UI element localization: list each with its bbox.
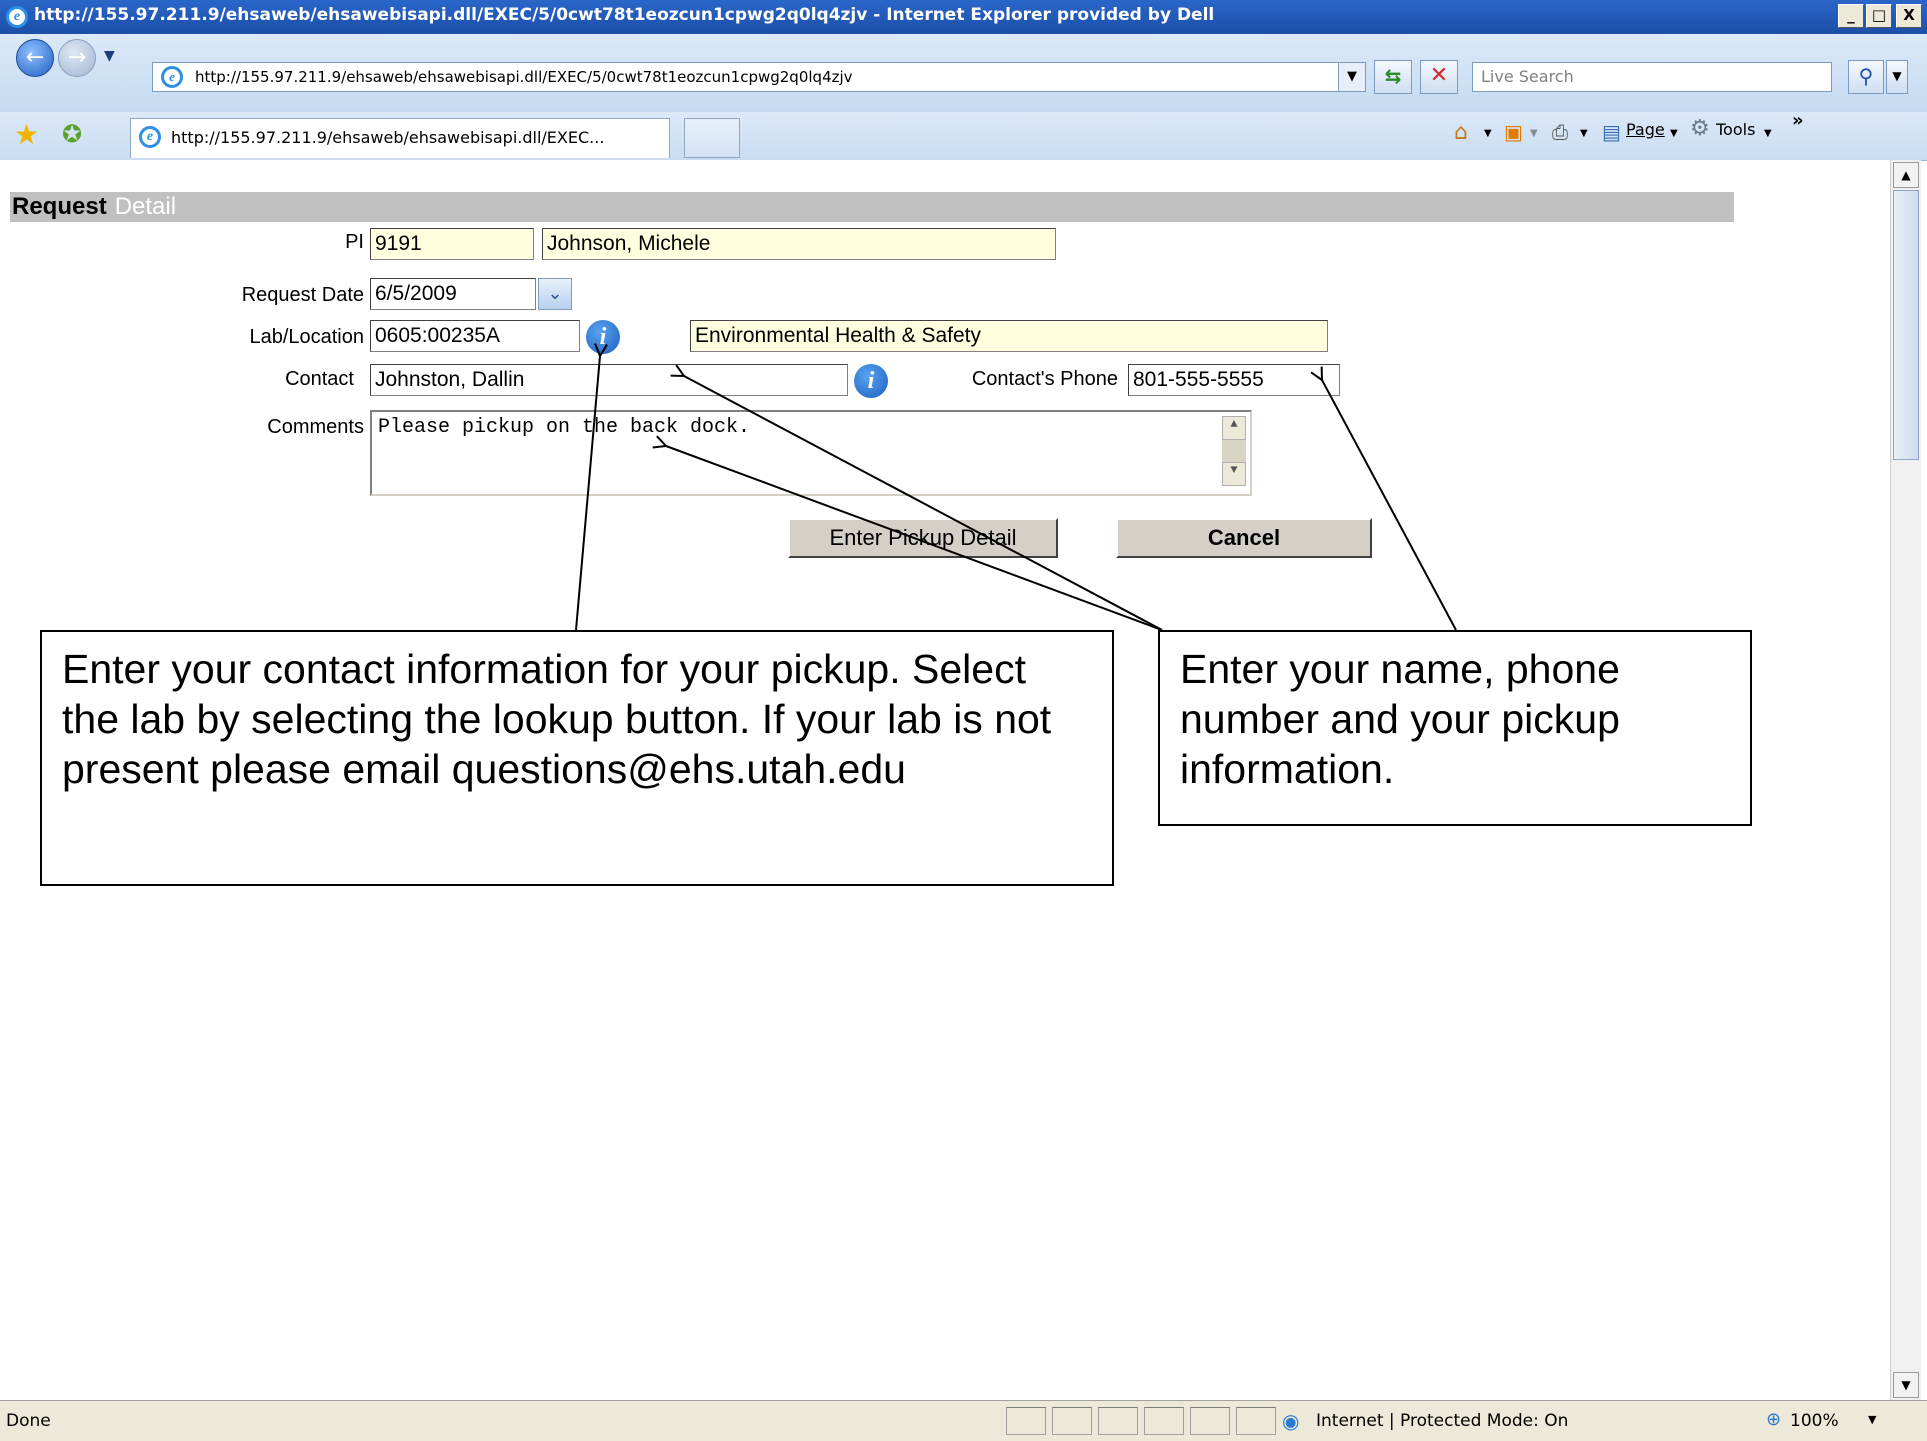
arrow-to-lab-lookup	[575, 356, 600, 631]
arrow-to-phone	[1322, 380, 1457, 631]
security-zone[interactable]: Internet | Protected Mode: On	[1316, 1411, 1568, 1431]
toolbar-overflow-icon[interactable]: »	[1792, 110, 1804, 131]
status-segment	[1006, 1407, 1046, 1435]
arrow-to-comments	[666, 446, 1163, 631]
zoom-icon: ⊕	[1766, 1409, 1782, 1430]
scroll-down-icon[interactable]: ▼	[1893, 1372, 1919, 1398]
search-input[interactable]: Live Search	[1472, 62, 1832, 92]
address-dropdown-icon[interactable]: ▼	[1338, 62, 1366, 92]
page-scrollbar[interactable]: ▲ ▼	[1890, 160, 1921, 1400]
address-text: http://155.97.211.9/ehsaweb/ehsawebisapi…	[195, 68, 853, 86]
tab-current[interactable]: e http://155.97.211.9/ehsaweb/ehsawebisa…	[130, 118, 670, 158]
window-title: http://155.97.211.9/ehsaweb/ehsawebisapi…	[34, 5, 1215, 25]
home-icon[interactable]: ⌂	[1454, 120, 1468, 145]
ie-icon: e	[6, 6, 28, 28]
stop-icon[interactable]: ✕	[1420, 60, 1458, 94]
print-icon[interactable]: ⎙	[1552, 120, 1568, 144]
home-dropdown-icon[interactable]: ▼	[1484, 128, 1492, 139]
page-content: Request Detail PI 9191 Johnson, Michele R…	[0, 160, 1890, 1400]
callout-arrows	[575, 160, 1457, 631]
feeds-icon[interactable]: ▣	[1504, 120, 1523, 144]
status-text: Done	[6, 1411, 51, 1431]
history-dropdown-icon[interactable]: ▼	[104, 48, 115, 64]
search-icon[interactable]: ⚲	[1848, 60, 1884, 94]
status-segment	[1190, 1407, 1230, 1435]
tab-label: http://155.97.211.9/ehsaweb/ehsawebisapi…	[171, 128, 605, 147]
tools-dropdown-icon[interactable]: ▼	[1764, 128, 1772, 139]
status-segment	[1052, 1407, 1092, 1435]
scroll-up-icon[interactable]: ▲	[1893, 162, 1919, 188]
title-bar: e http://155.97.211.9/ehsaweb/ehsawebisa…	[0, 0, 1927, 34]
close-window-button[interactable]: X	[1896, 4, 1922, 28]
scroll-thumb[interactable]	[1893, 190, 1919, 460]
status-bar: Done ◉ Internet | Protected Mode: On ⊕ 1…	[0, 1400, 1927, 1441]
favorites-star-icon[interactable]: ★	[14, 118, 39, 151]
page-icon-menu: ▤	[1602, 120, 1621, 144]
zoom-level[interactable]: 100%	[1790, 1411, 1839, 1431]
feeds-dropdown-icon[interactable]: ▼	[1530, 128, 1538, 139]
page-dropdown-icon[interactable]: ▼	[1670, 128, 1678, 139]
page-menu[interactable]: Page	[1626, 120, 1665, 139]
status-segment	[1144, 1407, 1184, 1435]
new-tab-button[interactable]	[684, 118, 740, 158]
tools-gear-icon: ⚙	[1690, 116, 1710, 141]
tools-menu[interactable]: Tools	[1716, 120, 1755, 139]
add-favorite-icon[interactable]: ✪	[62, 120, 82, 148]
minimize-button[interactable]: _	[1838, 4, 1864, 28]
tab-page-icon: e	[139, 126, 161, 148]
forward-button[interactable]: →	[58, 39, 96, 77]
status-segment	[1098, 1407, 1138, 1435]
search-options-icon[interactable]: ▼	[1886, 60, 1908, 94]
print-dropdown-icon[interactable]: ▼	[1580, 128, 1588, 139]
zoom-dropdown-icon[interactable]: ▼	[1868, 1413, 1876, 1426]
back-button[interactable]: ←	[16, 39, 54, 77]
status-segment	[1236, 1407, 1276, 1435]
arrow-to-contact	[684, 376, 1163, 631]
page-icon: e	[161, 66, 183, 88]
refresh-icon[interactable]: ⇆	[1374, 60, 1412, 94]
address-bar[interactable]: e http://155.97.211.9/ehsaweb/ehsawebisa…	[152, 62, 1352, 92]
globe-icon: ◉	[1282, 1409, 1300, 1433]
maximize-button[interactable]: □	[1866, 4, 1892, 28]
